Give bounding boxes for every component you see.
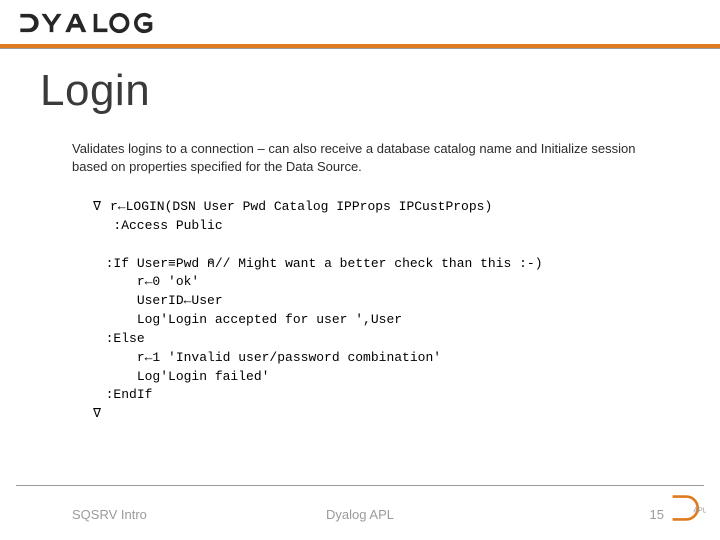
brand-wordmark bbox=[16, 12, 720, 34]
apl-mark-icon: APL bbox=[670, 493, 706, 528]
brand-bar bbox=[16, 12, 720, 34]
slide-title: Login bbox=[40, 66, 150, 116]
code-access: :Access Public bbox=[113, 218, 222, 233]
code-userid: UserID←User bbox=[137, 293, 223, 308]
slide: Login Validates logins to a connection –… bbox=[0, 0, 720, 540]
footer-center: Dyalog APL bbox=[0, 507, 720, 522]
svg-text:APL: APL bbox=[693, 507, 706, 514]
footer-page-number: 15 bbox=[650, 507, 664, 522]
code-endif: :EndIf bbox=[106, 387, 153, 402]
code-block: ∇ r←LOGIN(DSN User Pwd Catalog IPProps IP… bbox=[90, 198, 680, 424]
nabla-open-icon: ∇ bbox=[90, 198, 104, 217]
code-header: r←LOGIN(DSN User Pwd Catalog IPProps IPC… bbox=[110, 199, 492, 214]
footer: SQSRV Intro Dyalog APL 15 bbox=[0, 494, 720, 522]
footer-rule bbox=[16, 485, 704, 486]
nabla-close-icon: ∇ bbox=[90, 405, 104, 424]
code-ok: r←0 'ok' bbox=[137, 274, 199, 289]
code-log-fail: Log'Login failed' bbox=[137, 369, 270, 384]
code-else: :Else bbox=[106, 331, 145, 346]
code-fail: r←1 'Invalid user/password combination' bbox=[137, 350, 441, 365]
slide-description: Validates logins to a connection – can a… bbox=[72, 140, 660, 175]
code-if: :If User≡Pwd ⍝// Might want a better che… bbox=[106, 256, 543, 271]
brand-thin-rule bbox=[0, 48, 720, 49]
code-log-ok: Log'Login accepted for user ',User bbox=[137, 312, 402, 327]
dyalog-logo-icon bbox=[16, 12, 186, 34]
